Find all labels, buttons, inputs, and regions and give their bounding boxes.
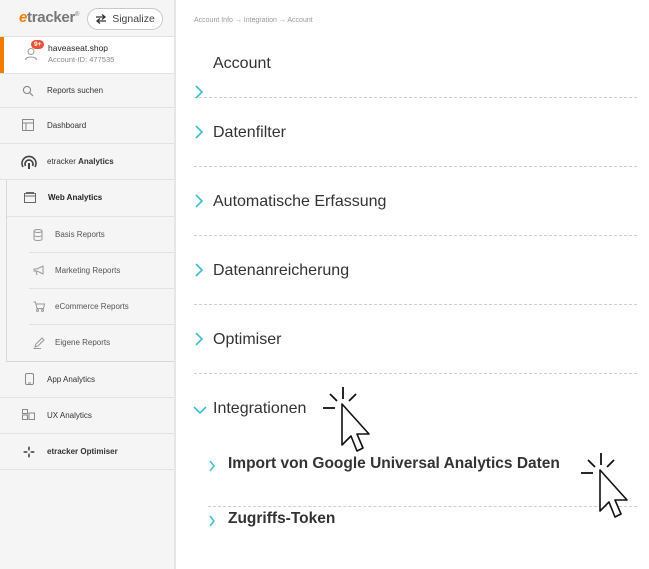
sidebar-item-label: Eigene Reports (55, 338, 111, 347)
subsection-zugriffs-token[interactable]: Zugriffs-Token (208, 507, 637, 562)
section-account[interactable]: Account (194, 29, 637, 99)
section-title: Account (213, 55, 271, 72)
sidebar-item-label: Marketing Reports (55, 266, 121, 275)
user-icon (25, 48, 37, 61)
chevron-right-icon (209, 460, 215, 472)
account-name: haveaseat.shop (48, 43, 109, 53)
sidebar-item-label: Basis Reports (55, 230, 105, 239)
chevron-right-icon (195, 194, 204, 208)
section-title: Optimiser (213, 331, 282, 348)
click-cursor-icon (323, 387, 370, 452)
notification-badge: 9+ (31, 40, 45, 49)
browser-icon (24, 192, 36, 203)
database-icon (33, 229, 43, 241)
sidebar-topbar: etracker® Signalize (0, 0, 174, 36)
analytics-icon (21, 155, 37, 169)
section-automatische-erfassung[interactable]: Automatische Erfassung (194, 167, 637, 236)
sidebar-item-web-analytics[interactable]: Web Analytics (7, 180, 174, 217)
sidebar-item-label: Dashboard (47, 121, 87, 130)
pencil-icon (33, 337, 45, 349)
sidebar-item-label: Reports suchen (47, 86, 104, 95)
section-title: Datenanreicherung (213, 262, 350, 279)
chevron-right-icon (195, 263, 204, 277)
sidebar-item-etracker-optimiser[interactable]: etracker Optimiser (0, 434, 174, 470)
sidebar-item-basis-reports[interactable]: Basis Reports (29, 217, 174, 253)
sidebar-item-dashboard[interactable]: Dashboard (0, 108, 174, 144)
main-content: Account Info → Integration → Account Acc… (176, 0, 649, 569)
breadcrumb: Account Info → Integration → Account (194, 17, 313, 24)
section-datenanreicherung[interactable]: Datenanreicherung (194, 236, 637, 305)
etracker-logo[interactable]: etracker® (19, 9, 79, 26)
sidebar-item-label: eCommerce Reports (55, 302, 129, 311)
sidebar-item-app-analytics[interactable]: App Analytics (0, 362, 174, 398)
phone-icon (25, 373, 34, 385)
section-integrationen[interactable]: Integrationen (193, 374, 637, 443)
account-switcher[interactable]: 9+ haveaseat.shop Account-ID: 477535 (0, 36, 174, 74)
section-title: Integrationen (213, 400, 307, 417)
section-title: Datenfilter (213, 124, 286, 141)
section-datenfilter[interactable]: Datenfilter (194, 98, 637, 167)
cart-icon (33, 301, 45, 312)
section-title: Automatische Erfassung (213, 193, 387, 210)
subsection-title: Zugriffs-Token (228, 510, 336, 527)
megaphone-icon (33, 265, 44, 276)
search-icon (22, 85, 34, 97)
dashboard-icon (22, 119, 34, 131)
active-indicator (0, 37, 4, 73)
subsection-title: Import von Google Universal Analytics Da… (228, 455, 560, 472)
sidebar-item-label: Web Analytics (48, 193, 103, 202)
sidebar-item-marketing-reports[interactable]: Marketing Reports (29, 253, 174, 289)
web-analytics-group: Web Analytics Basis Reports Marketing Re… (6, 180, 174, 362)
sidebar-item-label: etracker Analytics (47, 157, 114, 166)
sidebar-item-ecommerce-reports[interactable]: eCommerce Reports (29, 289, 174, 325)
sidebar: etracker® Signalize 9+ haveaseat.shop Ac… (0, 0, 176, 569)
sidebar-item-reports-suchen[interactable]: Reports suchen (0, 74, 174, 108)
ux-icon (22, 409, 35, 420)
swap-arrows-icon (96, 14, 107, 24)
account-id: Account-ID: 477535 (48, 55, 115, 64)
chevron-right-icon (209, 515, 215, 527)
sidebar-item-label: App Analytics (47, 375, 96, 384)
section-optimiser[interactable]: Optimiser (194, 305, 637, 374)
subsection-import-google-ua[interactable]: Import von Google Universal Analytics Da… (208, 452, 637, 507)
sidebar-item-etracker-analytics[interactable]: etracker Analytics (0, 144, 174, 180)
chevron-right-icon (195, 332, 204, 346)
chevron-down-icon (193, 406, 207, 415)
sidebar-item-label: UX Analytics (47, 411, 92, 420)
fan-icon (23, 446, 35, 458)
chevron-right-icon (195, 125, 204, 139)
sidebar-item-ux-analytics[interactable]: UX Analytics (0, 398, 174, 434)
sidebar-item-eigene-reports[interactable]: Eigene Reports (29, 325, 174, 361)
click-cursor-icon (581, 453, 628, 518)
signalize-button[interactable]: Signalize (87, 8, 163, 30)
sidebar-item-label: etracker Optimiser (47, 447, 118, 456)
